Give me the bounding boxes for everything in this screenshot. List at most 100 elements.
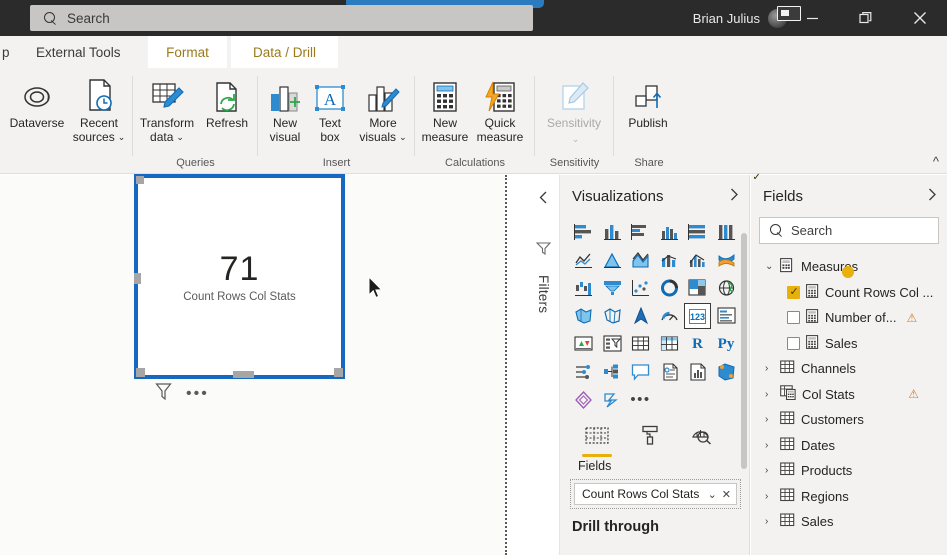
collapse-ribbon-button[interactable]: ^ [933,154,939,169]
fields-well-dropzone[interactable]: Count Rows Col Stats ⌄ ✕ [570,479,741,509]
card-icon[interactable]: 123 [684,303,711,329]
stacked-bar-chart-icon[interactable] [570,219,597,245]
text-box-button[interactable]: A Text box [308,74,352,152]
decomposition-tree-icon[interactable] [599,359,626,385]
shape-map-icon[interactable] [599,303,626,329]
user-account-area[interactable]: Brian Julius [693,0,801,36]
minimize-button[interactable] [785,0,839,36]
stacked-column-chart-icon[interactable] [599,219,626,245]
fields-tree-item-customers[interactable]: › Customers [751,407,947,433]
tab-data-drill[interactable]: Data / Drill [231,36,338,68]
gauge-icon[interactable] [656,303,683,329]
area-chart-icon[interactable] [599,247,626,273]
filled-map-icon[interactable] [570,303,597,329]
line-and-clustered-column-chart-icon[interactable] [684,247,711,273]
new-measure-button[interactable]: New measure [415,74,475,152]
100-stacked-bar-chart-icon[interactable] [684,219,711,245]
smart-narrative-icon[interactable] [656,359,683,385]
field-checkbox[interactable] [787,311,800,325]
fields-search-input[interactable]: Search [759,217,939,244]
fields-tree-item-channels[interactable]: › Channels [751,356,947,382]
chevron-down-icon[interactable]: ⌄ [708,488,717,501]
clustered-column-chart-icon[interactable] [656,219,683,245]
tab-format[interactable]: Format [148,36,227,68]
pie-chart-icon[interactable] [656,275,683,301]
visualizations-pane-scrollbar[interactable] [741,233,747,469]
chevron-left-icon[interactable] [538,191,549,209]
kpi-icon[interactable] [570,331,597,357]
global-search-input[interactable]: Search [30,5,533,31]
chevron-right-icon[interactable]: › [765,363,774,374]
chevron-right-icon[interactable]: › [765,389,774,400]
chevron-down-icon[interactable]: ⌄ [399,131,407,145]
chevron-down-icon[interactable]: ⌄ [765,261,774,272]
line-and-stacked-column-chart-icon[interactable] [656,247,683,273]
azure-map-icon[interactable] [627,303,654,329]
table-icon[interactable] [627,331,654,357]
waterfall-chart-icon[interactable] [570,275,597,301]
multi-row-card-icon[interactable] [713,303,740,329]
more-visuals-button[interactable]: More visuals ⌄ [352,74,414,152]
refresh-button[interactable]: Refresh [197,74,257,152]
arcgis-maps-icon[interactable] [713,359,740,385]
tab-external-tools[interactable]: External Tools [22,36,135,68]
chevron-right-icon[interactable]: › [765,440,774,451]
resize-handle-bottom-left[interactable] [136,368,145,377]
slicer-icon[interactable] [599,331,626,357]
close-icon[interactable]: ✕ [722,488,731,501]
filters-pane-collapsed[interactable]: Filters [528,175,560,555]
funnel-chart-icon[interactable] [599,275,626,301]
tab-analytics[interactable] [686,425,716,457]
fields-tree-item-measures[interactable]: ⌄ Measures [751,254,947,280]
chevron-right-icon[interactable] [927,188,937,204]
qa-visual-icon[interactable] [627,359,654,385]
close-button[interactable] [893,0,947,36]
chevron-right-icon[interactable]: › [765,465,774,476]
map-icon[interactable] [713,275,740,301]
stacked-area-chart-icon[interactable] [627,247,654,273]
scatter-chart-icon[interactable] [627,275,654,301]
restore-button[interactable] [839,0,893,36]
resize-handle-bottom-middle[interactable] [233,371,254,378]
resize-handle-bottom-right[interactable] [334,368,343,377]
clustered-bar-chart-icon[interactable] [627,219,654,245]
chevron-down-icon[interactable]: ⌄ [572,134,580,145]
fields-tree-item-count-rows-col-stats[interactable]: Count Rows Col ... [751,280,947,306]
matrix-icon[interactable] [656,331,683,357]
chevron-right-icon[interactable]: › [765,414,774,425]
fields-tree-item-dates[interactable]: › Dates [751,433,947,459]
transform-data-button[interactable]: Transform data ⌄ [133,74,201,152]
filter-icon[interactable] [155,382,172,406]
resize-handle-top-left[interactable] [136,176,144,184]
chevron-down-icon[interactable]: ⌄ [176,131,184,145]
more-options-icon[interactable]: ••• [186,386,209,402]
chevron-down-icon[interactable]: ⌄ [118,131,126,145]
fields-tree-item-col-stats[interactable]: › Col Stats ⚠ [751,382,947,408]
100-stacked-column-chart-icon[interactable] [713,219,740,245]
tab-fields[interactable] [582,427,612,457]
publish-button[interactable]: Publish [614,74,682,152]
field-checkbox[interactable] [787,336,800,350]
fields-tree-item-sales-measure[interactable]: Sales [751,331,947,357]
tab-format[interactable] [634,425,664,457]
sensitivity-button[interactable]: Sensitivity ⌄ [537,74,611,152]
more-visuals-ellipsis-icon[interactable]: ••• [627,387,654,413]
tab-help-partial[interactable]: p [0,36,16,68]
chevron-right-icon[interactable] [729,188,739,204]
fields-tree-item-regions[interactable]: › Regions [751,484,947,510]
card-visual[interactable]: 71 Count Rows Col Stats [134,174,345,379]
power-automate-icon[interactable] [599,387,626,413]
treemap-icon[interactable] [684,275,711,301]
r-script-visual-icon[interactable]: R [684,331,711,357]
key-influencers-icon[interactable] [570,359,597,385]
python-visual-icon[interactable]: Py [713,331,740,357]
chevron-right-icon[interactable]: › [765,491,774,502]
line-chart-icon[interactable] [570,247,597,273]
chevron-right-icon[interactable]: › [765,516,774,527]
well-field-chip[interactable]: Count Rows Col Stats ⌄ ✕ [574,483,737,505]
resize-handle-middle-left[interactable] [134,273,141,284]
quick-measure-button[interactable]: Quick measure [469,74,531,152]
recent-sources-button[interactable]: Recent sources ⌄ [62,74,136,152]
fields-tree-item-number-of[interactable]: Number of... ⚠ [751,305,947,331]
paginated-report-icon[interactable] [684,359,711,385]
